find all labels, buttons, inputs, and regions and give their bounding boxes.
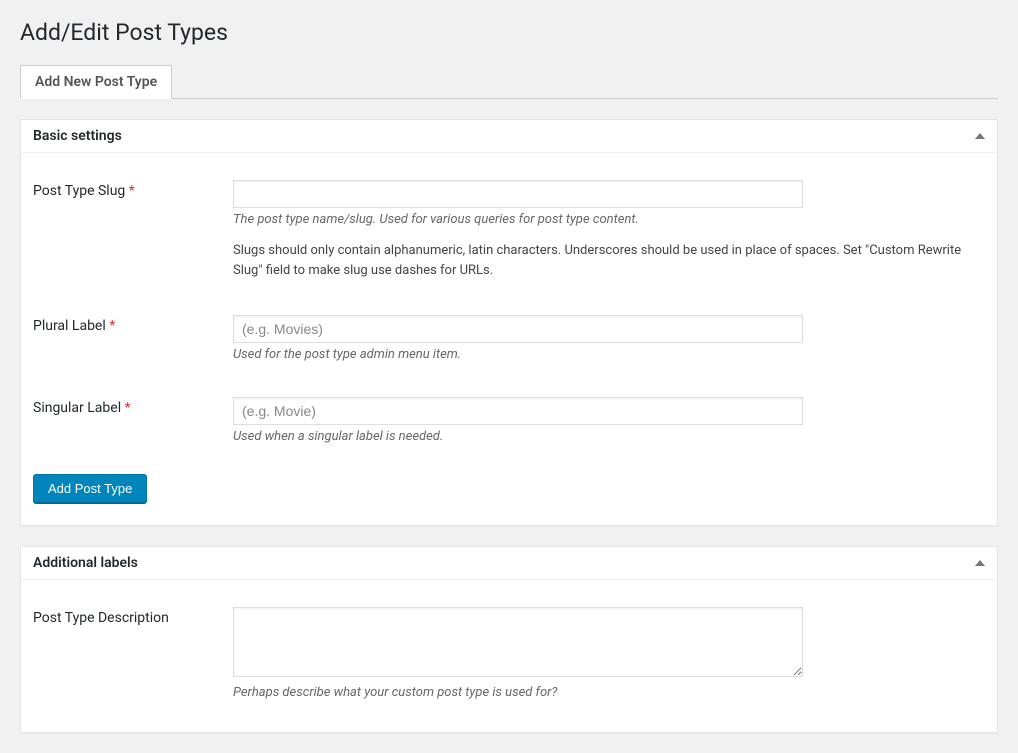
desc-slug: The post type name/slug. Used for variou… [233, 212, 975, 227]
input-singular-label[interactable] [233, 397, 803, 425]
helper-slug: Slugs should only contain alphanumeric, … [233, 241, 975, 280]
panel-additional-body: Post Type Description Perhaps describe w… [21, 580, 997, 732]
label-singular-text: Singular Label [33, 400, 121, 416]
label-singular: Singular Label * [33, 382, 233, 464]
tab-add-new-post-type[interactable]: Add New Post Type [20, 65, 172, 99]
row-slug: Post Type Slug * The post type name/slug… [33, 165, 985, 300]
label-description-text: Post Type Description [33, 610, 169, 626]
panel-basic-settings: Basic settings Post Type Slug * The post… [20, 119, 998, 526]
additional-form-table: Post Type Description Perhaps describe w… [33, 592, 985, 720]
panel-basic-title: Basic settings [33, 128, 122, 144]
input-plural-label[interactable] [233, 315, 803, 343]
label-description: Post Type Description [33, 592, 233, 720]
cell-description: Perhaps describe what your custom post t… [233, 592, 985, 720]
panel-additional-title: Additional labels [33, 555, 138, 571]
desc-description: Perhaps describe what your custom post t… [233, 685, 975, 700]
panel-additional-header[interactable]: Additional labels [21, 547, 997, 580]
row-description: Post Type Description Perhaps describe w… [33, 592, 985, 720]
required-asterisk: * [125, 400, 131, 416]
page-title: Add/Edit Post Types [20, 10, 998, 50]
label-slug: Post Type Slug * [33, 165, 233, 300]
textarea-post-type-description[interactable] [233, 607, 803, 677]
cell-singular: Used when a singular label is needed. [233, 382, 985, 464]
desc-plural: Used for the post type admin menu item. [233, 347, 975, 362]
label-plural: Plural Label * [33, 300, 233, 382]
cell-slug: The post type name/slug. Used for variou… [233, 165, 985, 300]
required-asterisk: * [129, 183, 135, 199]
label-plural-text: Plural Label [33, 318, 106, 334]
cell-plural: Used for the post type admin menu item. [233, 300, 985, 382]
page-wrap: Add/Edit Post Types Add New Post Type Ba… [0, 0, 1018, 733]
collapse-icon[interactable] [975, 133, 985, 139]
row-plural: Plural Label * Used for the post type ad… [33, 300, 985, 382]
panel-basic-header[interactable]: Basic settings [21, 120, 997, 153]
tab-wrapper: Add New Post Type [20, 65, 998, 99]
panel-additional-labels: Additional labels Post Type Description … [20, 546, 998, 733]
label-slug-text: Post Type Slug [33, 183, 125, 199]
basic-form-table: Post Type Slug * The post type name/slug… [33, 165, 985, 464]
panel-basic-body: Post Type Slug * The post type name/slug… [21, 153, 997, 525]
desc-singular: Used when a singular label is needed. [233, 429, 975, 444]
collapse-icon[interactable] [975, 560, 985, 566]
add-post-type-button[interactable]: Add Post Type [33, 474, 147, 503]
required-asterisk: * [109, 318, 115, 334]
input-post-type-slug[interactable] [233, 180, 803, 208]
row-singular: Singular Label * Used when a singular la… [33, 382, 985, 464]
